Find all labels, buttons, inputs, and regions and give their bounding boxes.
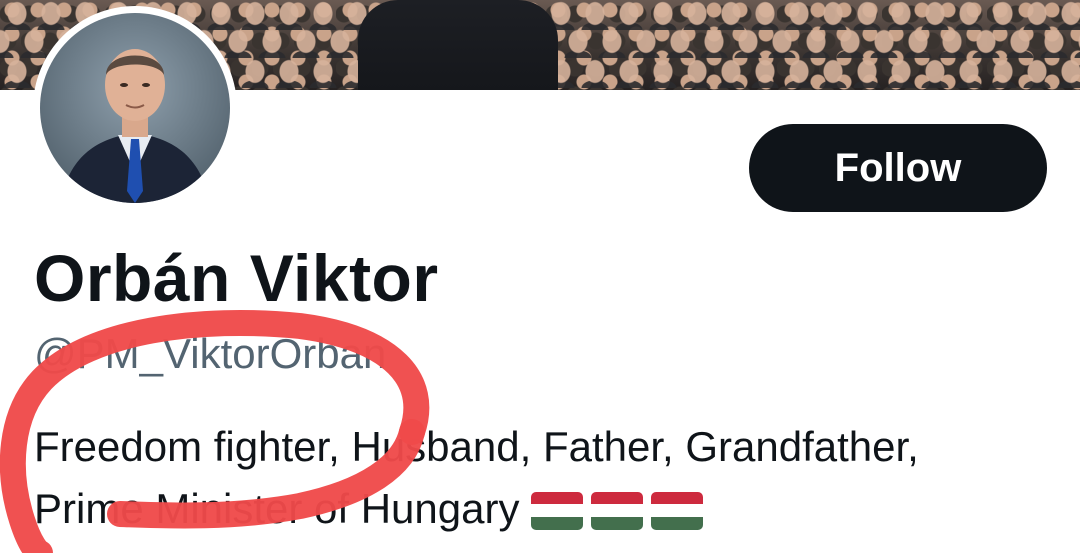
bio-line-2-text: Prime Minister of Hungary: [34, 485, 520, 532]
bio-line-2: Prime Minister of Hungary: [34, 478, 1074, 543]
avatar[interactable]: [33, 6, 237, 210]
hungary-flag-icon: [651, 491, 704, 530]
bio-flags: [531, 481, 711, 543]
follow-button[interactable]: Follow: [749, 124, 1047, 212]
avatar-photo: [40, 13, 230, 203]
bio-line-1: Freedom fighter, Husband, Father, Grandf…: [34, 423, 919, 470]
hungary-flag-icon: [591, 491, 644, 530]
avatar-portrait-icon: [40, 13, 230, 203]
profile-display-name: Orbán Viktor: [34, 241, 439, 315]
banner-speaker-figure: [358, 0, 558, 90]
hungary-flag-icon: [531, 491, 584, 530]
profile-handle: @PM_ViktorOrban: [34, 330, 387, 377]
profile-bio: Freedom fighter, Husband, Father, Grandf…: [34, 416, 1074, 543]
